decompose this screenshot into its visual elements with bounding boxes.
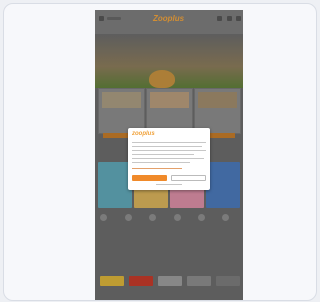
consent-text-line [132,142,206,143]
consent-settings-link[interactable] [132,168,182,169]
screenshot-card: Zooplus zooplus [3,3,317,301]
consent-text-line [132,150,206,151]
consent-text-line [132,158,204,159]
mobile-viewport: Zooplus zooplus [95,10,243,300]
consent-text-line [132,162,190,163]
consent-logo: zooplus [132,131,155,137]
consent-text-line [132,154,194,155]
cookie-consent-modal: zooplus [128,128,210,190]
consent-text-line [132,146,202,147]
consent-more-link[interactable] [156,184,182,185]
decline-button[interactable] [171,175,206,181]
accept-all-button[interactable] [132,175,167,181]
